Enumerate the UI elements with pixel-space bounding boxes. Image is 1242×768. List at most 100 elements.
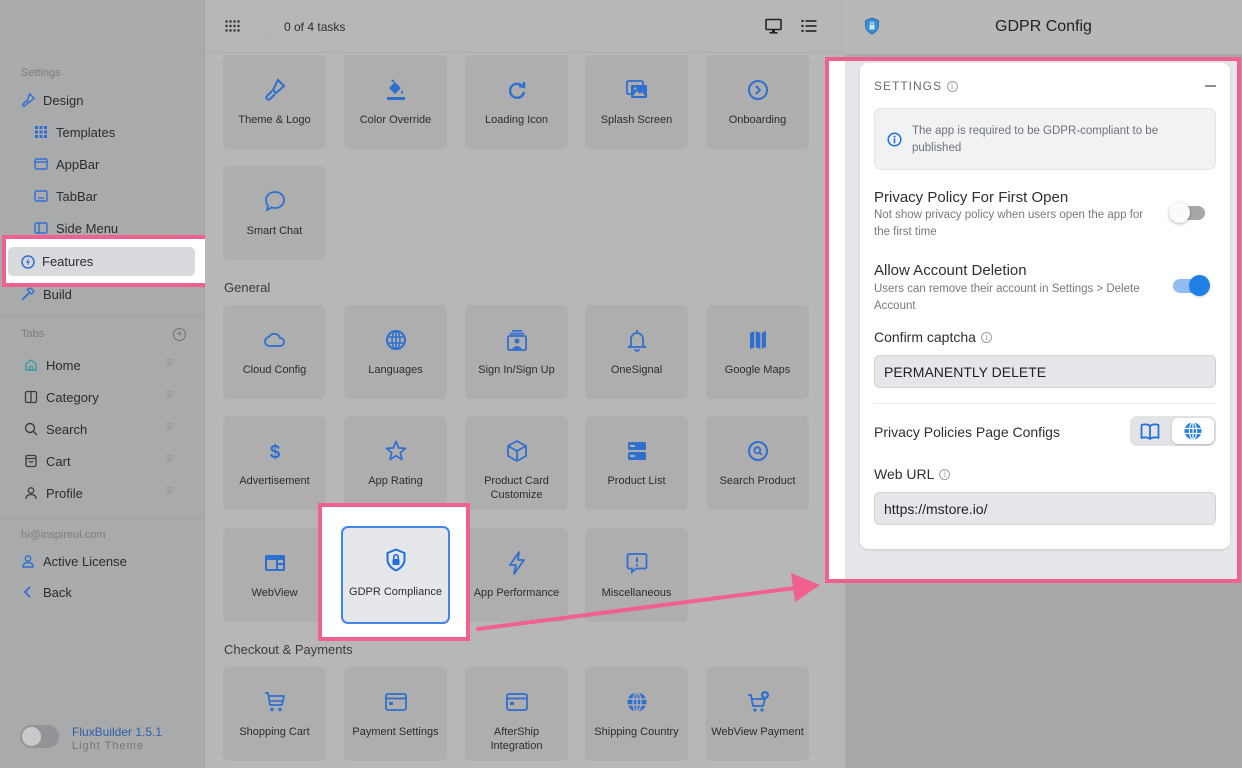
tile-label: Payment Settings [352,726,439,738]
tabs-section-label: Tabs [21,328,45,340]
tile-theme-logo[interactable]: Theme & Logo [223,55,326,149]
tile-color-override[interactable]: Color Override [344,55,447,149]
tile-cloud-config[interactable]: Cloud Config [223,305,326,399]
sidebar-tab-profile[interactable]: Profile [24,482,83,504]
collapse-button[interactable] [1205,85,1216,87]
chevron-left-icon [21,585,35,599]
task-progress-ring[interactable] [260,19,276,35]
sidebar-tab-home[interactable]: Home [24,354,81,376]
tile-label: Miscellaneous [601,587,672,599]
tile-languages[interactable]: Languages [344,305,447,399]
sidebar-tab-cart[interactable]: Cart [24,450,71,472]
drag-handle-icon[interactable]: ⠿ [166,391,173,402]
list-icon[interactable] [801,19,817,33]
task-progress-text[interactable]: 0 of 4 tasks [284,20,345,34]
section-checkout-payments: Checkout & Payments [224,642,353,657]
tile-label: GDPR Compliance [349,586,442,598]
tile-label: Loading Icon [485,114,548,126]
search-icon [24,422,38,436]
back-button[interactable]: Back [21,581,72,603]
web-mode-button[interactable] [1172,418,1214,444]
tile-shipping-country[interactable]: Shipping Country [585,667,688,761]
refresh-icon [505,77,529,103]
settings-section-header[interactable]: SETTINGS i [874,79,959,93]
drag-handle-icon[interactable]: ⠿ [166,423,173,434]
allow-deletion-toggle[interactable] [1173,275,1210,296]
web-url-input[interactable]: https://mstore.io/ [874,492,1216,525]
sidebar-item-label: Templates [56,124,116,140]
active-license-link[interactable]: Active License [21,550,127,572]
drag-handle-icon[interactable]: ⠿ [166,487,173,498]
sidebar-tab-category[interactable]: Category [24,386,99,408]
monitor-icon[interactable] [765,18,782,35]
tile-loading-icon[interactable]: Loading Icon [465,55,568,149]
side-menu-icon [34,221,48,235]
tile-aftership-integration[interactable]: AfterShip Integration [465,667,568,761]
sidebar-item-appbar[interactable]: AppBar [34,153,99,175]
tile-miscellaneous[interactable]: Miscellaneous [585,528,688,622]
info-icon[interactable]: i [980,331,992,343]
tile-label: Theme & Logo [238,114,311,126]
active-license-label: Active License [43,553,127,569]
tile-label: WebView [251,587,298,599]
tile-product-card-customize[interactable]: Product Card Customize [465,416,568,510]
tile-shopping-cart[interactable]: Shopping Cart [223,667,326,761]
tile-google-maps[interactable]: Google Maps [706,305,809,399]
sidebar-tab-search[interactable]: Search [24,418,87,440]
user-card-icon [505,327,529,353]
add-tab-button[interactable]: + [173,328,186,341]
tile-label: WebView Payment [711,726,804,738]
web-url-label-text: Web URL [874,466,935,482]
tile-webview[interactable]: WebView [223,528,326,622]
drag-handle-icon[interactable]: ⠿ [166,455,173,466]
sidebar-item-tabbar[interactable]: TabBar [34,185,97,207]
panel-title: GDPR Config [995,18,1092,35]
tile-label: App Rating [368,475,423,487]
brush-icon [21,93,35,107]
search-circle-icon [746,438,770,464]
lightning-circle-icon [21,254,35,269]
theme-toggle[interactable] [20,725,59,748]
tile-product-list[interactable]: Product List [585,416,688,510]
columns-icon [24,390,38,404]
sidebar-item-label: Side Menu [56,220,119,236]
tile-app-performance[interactable]: App Performance [465,528,568,622]
sidebar-divider [0,316,205,317]
book-icon[interactable] [1140,422,1160,440]
appbar-icon [34,157,48,171]
tile-label: Google Maps [724,364,791,376]
tile-webview-payment[interactable]: WebView Payment [706,667,809,761]
sidebar-item-templates[interactable]: Templates [34,121,115,143]
tile-payment-settings[interactable]: Payment Settings [344,667,447,761]
tile-sign-in-sign-up[interactable]: Sign In/Sign Up [465,305,568,399]
tile-label: Shopping Cart [239,726,310,738]
info-icon[interactable]: i [939,468,951,480]
captcha-input[interactable]: PERMANENTLY DELETE [874,355,1216,388]
privacy-first-open-toggle[interactable] [1169,202,1205,223]
sidebar: Settings Design Templates AppBar TabBar … [0,0,205,768]
settings-title: SETTINGS [874,79,943,93]
tile-splash-screen[interactable]: Splash Screen [585,55,688,149]
tile-gdpr-compliance[interactable]: GDPR Compliance [341,526,450,624]
apps-grid-icon[interactable] [225,20,240,32]
tile-smart-chat[interactable]: Smart Chat [223,166,326,260]
gdpr-notice: The app is required to be GDPR-compliant… [874,108,1216,170]
drag-handle-icon[interactable]: ⠿ [166,359,173,370]
sidebar-item-features[interactable]: Features [8,247,195,276]
tile-app-rating[interactable]: App Rating [344,416,447,510]
map-icon [746,327,770,353]
globe-icon [1184,421,1202,441]
privacy-pages-label: Privacy Policies Page Configs [874,424,1060,440]
info-icon[interactable]: i [947,80,959,92]
tile-label: Onboarding [728,114,787,126]
tile-onesignal[interactable]: OneSignal [585,305,688,399]
notice-text: The app is required to be GDPR-compliant… [912,125,1159,154]
tile-advertisement[interactable]: $ Advertisement [223,416,326,510]
svg-text:$: $ [269,442,280,463]
tile-onboarding[interactable]: Onboarding [706,55,809,149]
sidebar-item-design[interactable]: Design [21,89,83,111]
tile-search-product[interactable]: Search Product [706,416,809,510]
tile-label: App Performance [473,587,560,599]
user-icon [21,554,35,568]
credit-card-icon [384,689,408,715]
